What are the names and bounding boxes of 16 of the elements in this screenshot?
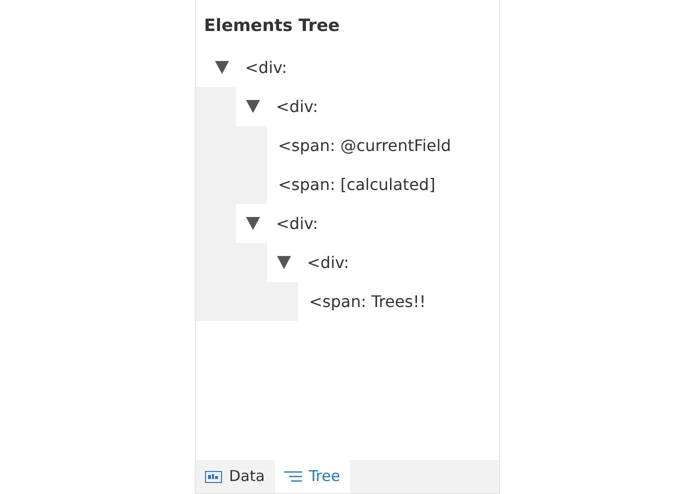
panel-title: Elements Tree — [203, 15, 341, 38]
tree-item[interactable]: <span: @currentField — [278, 134, 451, 158]
tree-item[interactable]: <div: — [307, 250, 349, 274]
tab[interactable]: Tree — [274, 460, 350, 493]
tree-item[interactable]: <div: — [276, 212, 318, 236]
collapse-triangle-icon[interactable] — [215, 61, 229, 74]
collapse-triangle-icon[interactable] — [246, 100, 260, 113]
tree-item[interactable]: <span: Trees!! — [309, 290, 426, 314]
list-icon — [284, 471, 302, 482]
collapse-triangle-icon[interactable] — [277, 256, 291, 269]
collapse-triangle-icon[interactable] — [246, 217, 260, 230]
tree-item[interactable]: <div: — [276, 94, 318, 118]
tab[interactable]: Data — [196, 460, 275, 493]
text-field-icon — [205, 470, 222, 482]
tree-item[interactable]: <div: — [245, 56, 287, 80]
tree-item[interactable]: <span: [calculated] — [278, 172, 436, 196]
